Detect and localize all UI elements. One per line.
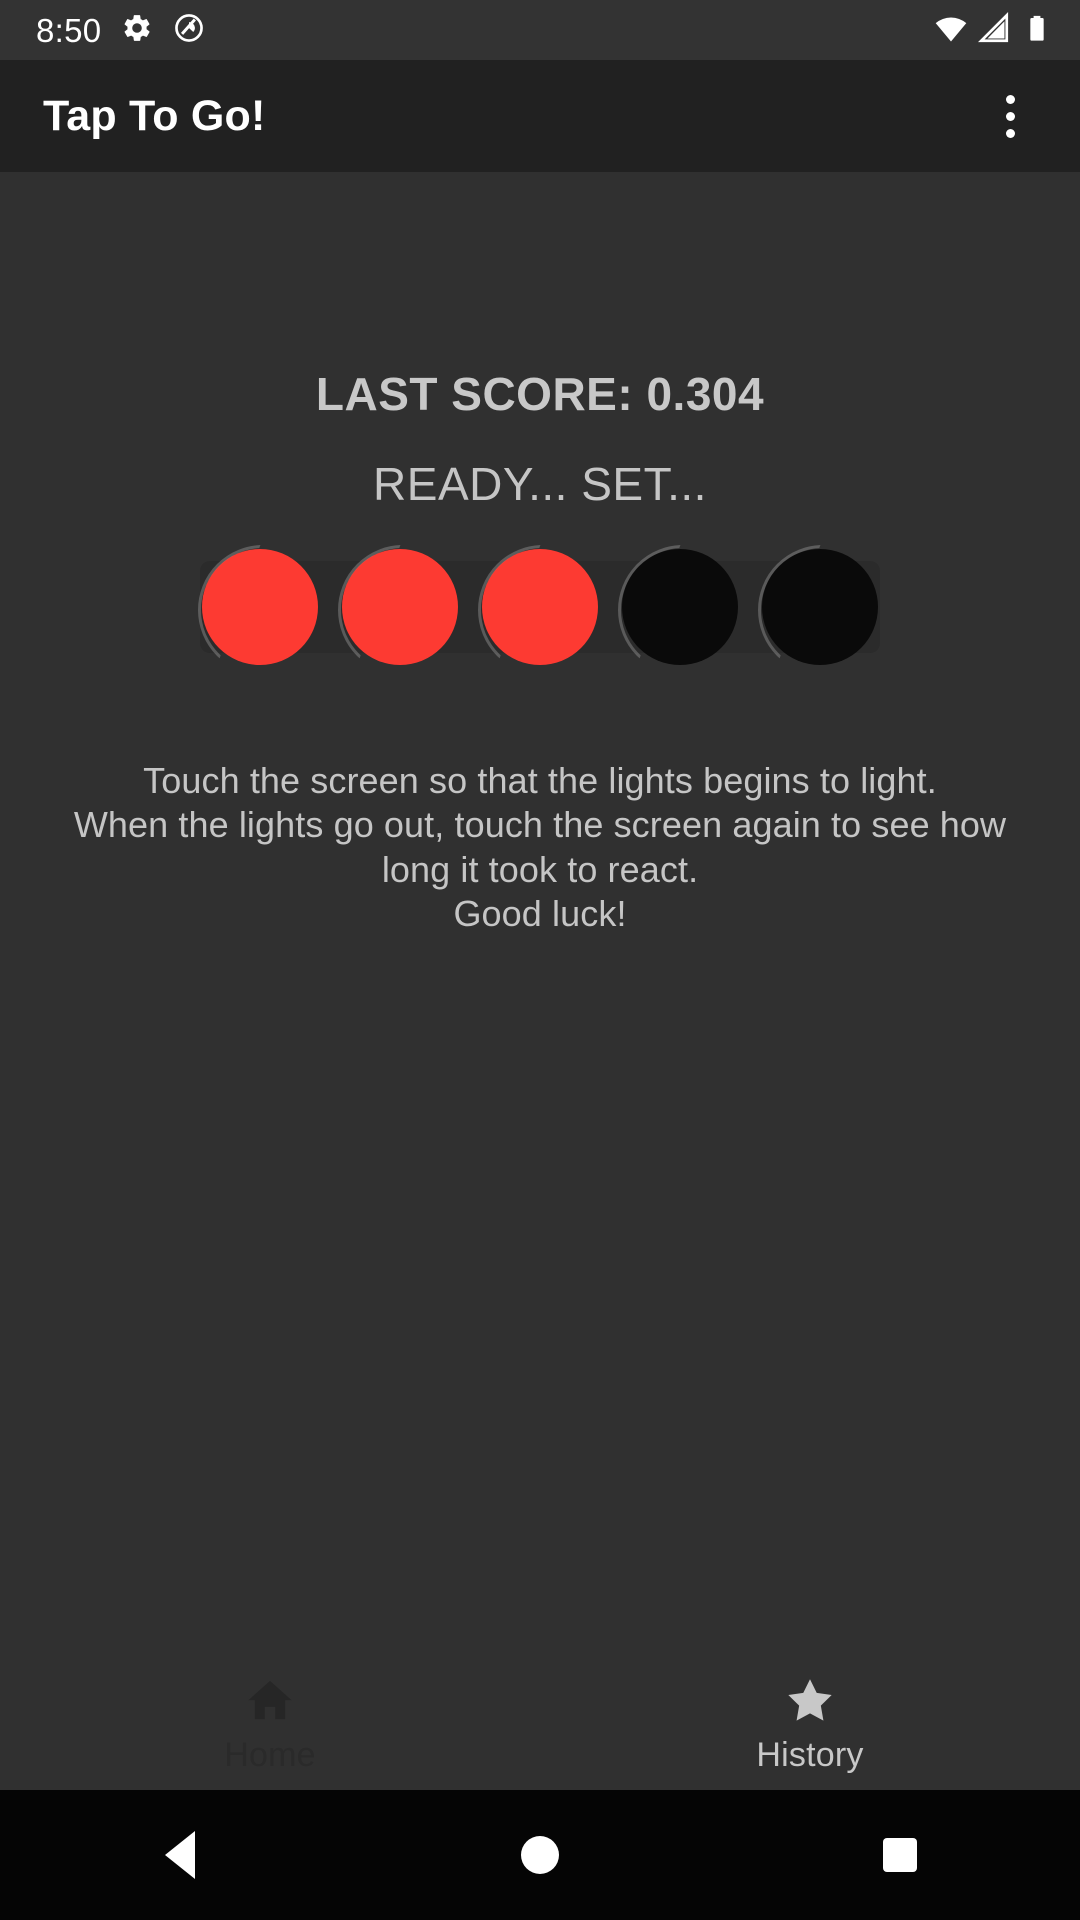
back-triangle-icon: [165, 1831, 195, 1879]
status-bar-right: [934, 11, 1054, 50]
instructions-line: When the lights go out, touch the screen…: [73, 804, 1007, 846]
app-screen: 8:50 Tap To Go! LAST SCORE: 0.304 READY.…: [0, 0, 1080, 1920]
overflow-dot: [1005, 111, 1015, 121]
light-indicator-1: [202, 549, 318, 665]
light-indicator-5: [762, 549, 878, 665]
bottom-nav-item-history[interactable]: History: [540, 1674, 1080, 1775]
light-indicator-2: [342, 549, 458, 665]
android-back-button[interactable]: [0, 1831, 360, 1879]
wifi-icon: [934, 11, 968, 50]
game-status-text: READY... SET...: [373, 458, 707, 510]
instructions-line: Good luck!: [453, 892, 627, 934]
android-home-button[interactable]: [360, 1836, 720, 1874]
cellular-signal-icon: [977, 11, 1011, 50]
star-icon: [784, 1674, 836, 1726]
battery-icon: [1020, 11, 1054, 50]
overflow-menu-icon[interactable]: [970, 76, 1050, 156]
bottom-nav-label-history: History: [756, 1736, 864, 1774]
status-bar-clock: 8:50: [36, 11, 102, 49]
instructions-text: Touch the screen so that the lights begi…: [70, 759, 1010, 936]
bottom-navigation: Home History: [0, 1650, 1080, 1790]
lights-row: [200, 547, 880, 667]
do-not-disturb-icon: [173, 12, 205, 49]
app-bar: Tap To Go!: [0, 60, 1080, 172]
overflow-dot: [1005, 94, 1015, 104]
overflow-dot: [1005, 128, 1015, 138]
home-icon: [244, 1674, 296, 1726]
light-indicator-4: [622, 549, 738, 665]
android-recents-button[interactable]: [720, 1838, 1080, 1872]
lights-panel: [200, 547, 880, 667]
bottom-nav-item-home[interactable]: Home: [0, 1674, 540, 1775]
light-indicator-3: [482, 549, 598, 665]
recents-square-icon: [883, 1838, 917, 1872]
gear-icon: [121, 12, 153, 49]
home-circle-icon: [521, 1836, 559, 1874]
android-navigation-bar: [0, 1790, 1080, 1920]
status-bar: 8:50: [0, 0, 1080, 60]
instructions-line: Touch the screen so that the lights begi…: [143, 760, 937, 801]
status-bar-left: 8:50: [36, 12, 205, 49]
game-area[interactable]: LAST SCORE: 0.304 READY... SET... Touch …: [0, 172, 1080, 1650]
last-score-label: LAST SCORE: 0.304: [315, 368, 765, 420]
instructions-line: long it took to react.: [381, 848, 699, 890]
page-title: Tap To Go!: [43, 91, 266, 140]
bottom-nav-label-home: Home: [224, 1736, 316, 1774]
